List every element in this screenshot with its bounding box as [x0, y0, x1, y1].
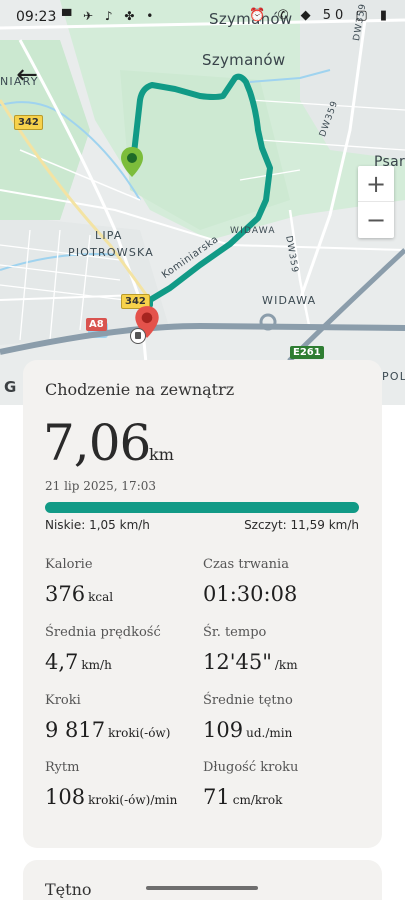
stat-calories: Kalorie 376 kcal — [45, 557, 205, 606]
speed-high: Szczyt: 11,59 km/h — [244, 518, 359, 532]
stat-label: Średnie tętno — [203, 693, 293, 708]
map-label-widawa-small: WIDAWA — [230, 226, 276, 236]
road-badge-a8: A8 — [86, 318, 107, 331]
stat-value: 9 817 — [45, 718, 106, 742]
status-time: 09:23 — [16, 9, 57, 25]
stat-cadence: Rytm 108 kroki(-ów)/min — [45, 760, 205, 809]
stat-steps: Kroki 9 817 kroki(-ów) — [45, 693, 205, 742]
stat-value: 01:30:08 — [203, 582, 298, 606]
stat-value: 108 — [45, 785, 86, 809]
stat-unit: kroki(-ów)/min — [88, 793, 178, 807]
stat-label: Czas trwania — [203, 557, 289, 572]
activity-date: 21 lip 2025, 17:03 — [45, 479, 157, 493]
stat-unit: ud./min — [246, 726, 293, 740]
stat-value: 109 — [203, 718, 244, 742]
stat-stride-length: Długość kroku 71 cm/krok — [203, 760, 363, 809]
map-label-szymanow: Szymanów — [202, 51, 286, 69]
stat-value: 4,7 — [45, 650, 79, 674]
stat-avg-pace: Śr. tempo 12'45"/km — [203, 625, 363, 674]
train-station-icon — [130, 328, 146, 344]
map-label-piotrowska: PIOTROWSKA — [68, 246, 154, 259]
heart-rate-card[interactable]: Tętno — [23, 860, 382, 900]
distance-unit: km — [149, 445, 174, 464]
stat-value: 376 — [45, 582, 86, 606]
stat-label: Rytm — [45, 760, 80, 775]
stat-label: Kalorie — [45, 557, 93, 572]
zoom-out-button[interactable]: − — [358, 202, 394, 238]
zoom-in-button[interactable]: + — [358, 166, 394, 202]
map-label-pol: POL — [382, 370, 405, 383]
status-bar: 09:23 ▀ ✈ ♪ ✤ • ⏰ ✆ ◆ 50 ▢ ▮ — [0, 0, 405, 34]
back-arrow-icon[interactable]: ← — [10, 58, 44, 92]
route-map[interactable]: Szymanów Szymanów NIARY Psar LIPA PIOTRO… — [0, 0, 405, 405]
stat-label: Średnia prędkość — [45, 625, 161, 640]
stat-avg-speed: Średnia prędkość 4,7 km/h — [45, 625, 205, 674]
home-indicator[interactable] — [146, 886, 258, 890]
zoom-controls: + − — [358, 166, 394, 238]
notification-icons: ▀ ✈ ♪ ✤ • — [62, 9, 158, 23]
stat-value: 71 — [203, 785, 230, 809]
stat-avg-heart-rate: Średnie tętno 109 ud./min — [203, 693, 363, 742]
map-label-lipa: LIPA — [95, 229, 123, 242]
distance-value: 7,06 — [43, 414, 151, 472]
stat-unit: /km — [274, 658, 298, 672]
system-icons: ⏰ ✆ ◆ 50 ▢ ▮ — [249, 8, 391, 23]
stat-label: Kroki — [45, 693, 81, 708]
stat-unit: kroki(-ów) — [108, 726, 171, 740]
stat-label: Śr. tempo — [203, 625, 267, 640]
stat-unit: cm/krok — [232, 793, 283, 807]
stat-unit: kcal — [88, 590, 114, 604]
stat-label: Długość kroku — [203, 760, 299, 775]
start-marker-icon[interactable] — [120, 146, 144, 178]
stat-unit: km/h — [81, 658, 112, 672]
speed-low: Niskie: 1,05 km/h — [45, 518, 150, 532]
road-badge-342-a: 342 — [14, 115, 43, 130]
map-label-widawa: WIDAWA — [262, 294, 317, 307]
stat-value: 12'45" — [203, 650, 272, 674]
activity-title: Chodzenie na zewnątrz — [45, 380, 235, 399]
road-badge-e261: E261 — [290, 346, 324, 359]
heart-rate-title: Tętno — [45, 880, 92, 899]
activity-summary-card: Chodzenie na zewnątrz 7,06 km 21 lip 202… — [23, 360, 382, 848]
stat-duration: Czas trwania 01:30:08 — [203, 557, 363, 606]
google-logo-icon: G — [4, 378, 17, 396]
speed-range-bar — [45, 502, 359, 513]
